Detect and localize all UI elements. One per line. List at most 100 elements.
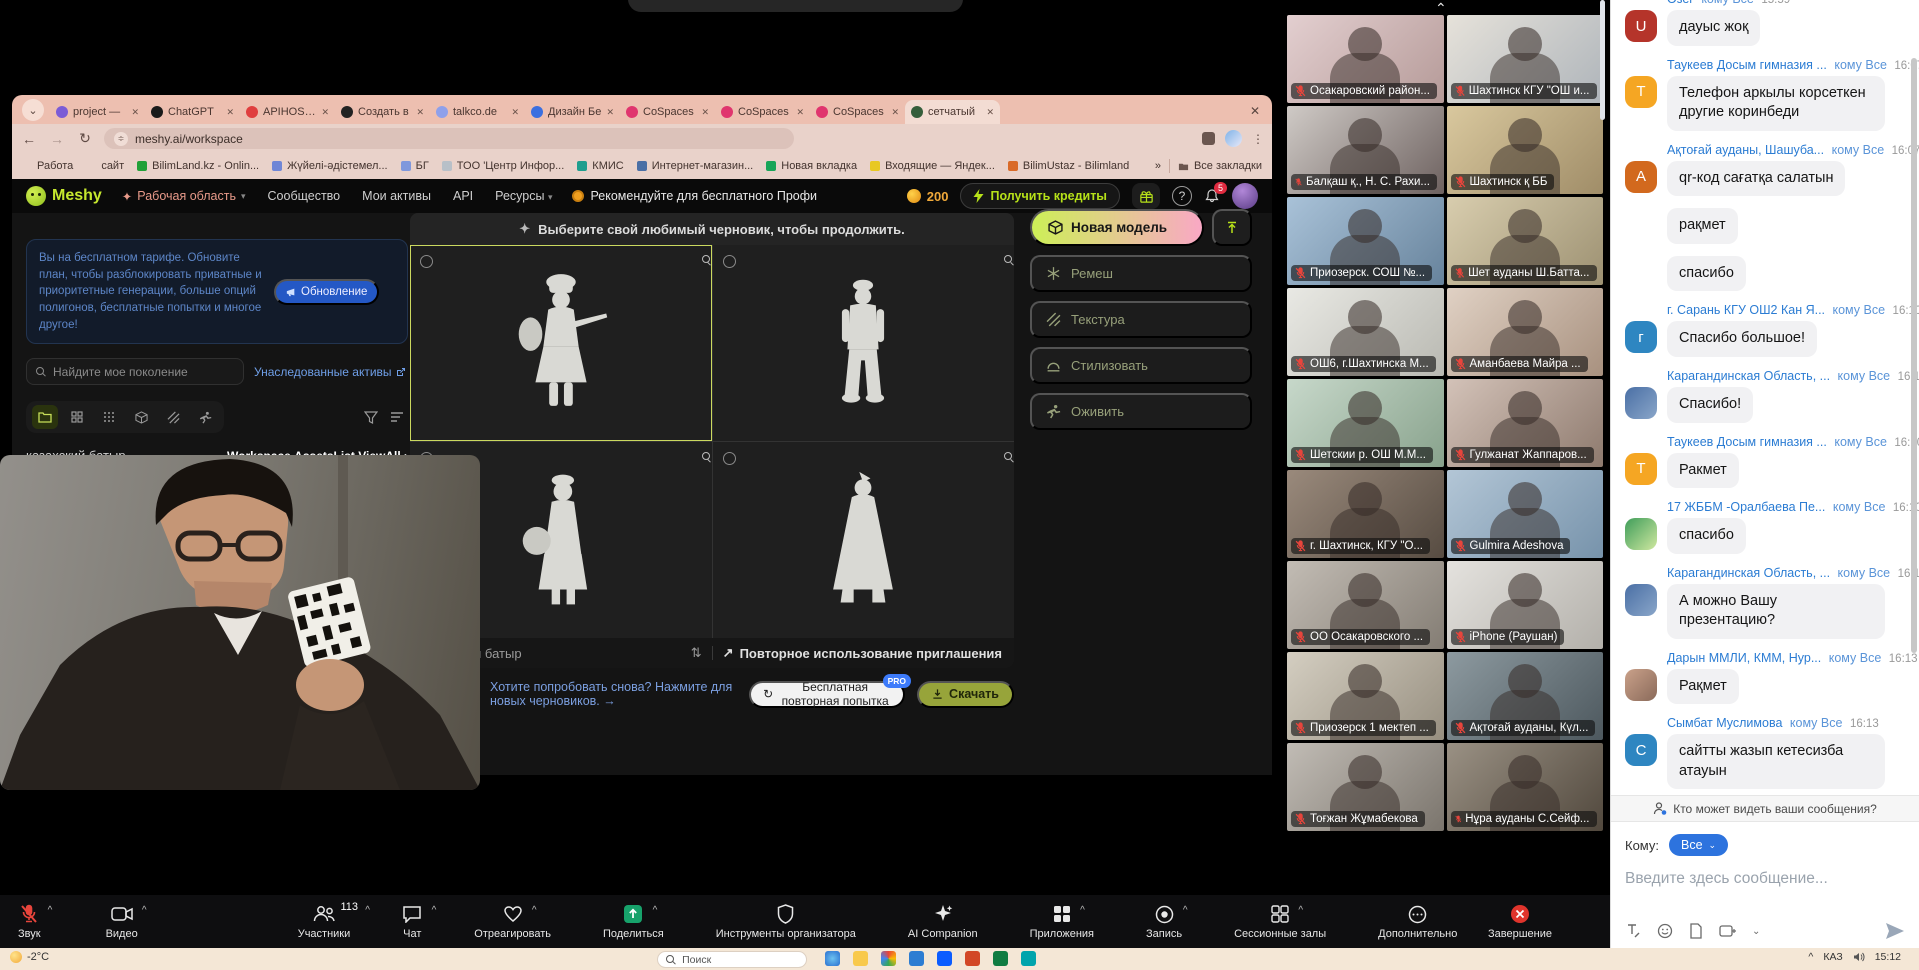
bookmarks-overflow-icon[interactable]: » [1155,160,1161,172]
sender-name[interactable]: Таукеев Досым гимназия ... [1667,58,1827,72]
participant-tile[interactable]: Балқаш қ., Н. С. Рахи... [1287,106,1444,194]
taskbar-app-icon[interactable] [1021,951,1036,966]
sender-name[interactable]: Өзег [1667,0,1694,6]
share-screen-button[interactable]: ^ Поделиться [603,903,664,940]
more-button[interactable]: Дополнительно [1378,903,1457,940]
taskbar-app-icon[interactable] [853,951,868,966]
participants-button[interactable]: 113^ Участники [298,903,351,940]
download-button[interactable]: Скачать [917,681,1014,708]
sender-name[interactable]: Карагандинская Область, ... [1667,369,1830,383]
sender-name[interactable]: 17 ЖББМ -Оралбаева Пе... [1667,500,1825,514]
participant-tile[interactable]: Тоғжан Жұмабекова [1287,743,1444,831]
message-input[interactable]: Введите здесь сообщение... [1625,870,1905,888]
bookmark-item[interactable]: BilimUstaz - Bilimland [1008,160,1129,172]
user-avatar[interactable] [1232,183,1258,209]
browser-tab[interactable]: Дизайн Бе ✕ [525,100,620,124]
participant-tile[interactable]: Осакаровский район... [1287,15,1444,103]
participant-tile[interactable]: Шахтинск қ ББ [1447,106,1604,194]
browser-menu-icon[interactable]: ⋮ [1252,132,1264,146]
nav-community[interactable]: Сообщество [268,189,341,203]
tab-close-icon[interactable]: ✕ [986,107,994,118]
draft-option-4[interactable] [713,442,1015,638]
nav-workspace[interactable]: ✦ Рабочая область ▾ [122,189,246,204]
legacy-assets-link[interactable]: Унаследованные активы [254,365,406,379]
sort-icon[interactable]: ⇅ [691,645,702,661]
more-tools-icon[interactable]: ⌄ [1752,926,1760,937]
forward-icon[interactable]: → [48,131,66,147]
taskbar-app-icon[interactable] [825,951,840,966]
tab-search-icon[interactable]: ⌄ [22,99,44,121]
animate-button[interactable]: Оживить [1030,393,1252,430]
browser-tab[interactable]: ChatGPT ✕ [145,100,240,124]
notifications-button[interactable]: 5 [1204,188,1220,204]
filter-dots-button[interactable] [96,405,122,429]
filter-model-button[interactable] [128,405,154,429]
send-icon[interactable] [1885,922,1905,940]
new-model-button[interactable]: Новая модель [1030,209,1204,246]
participant-tile[interactable]: г. Шахтинск, КГУ "О... [1287,470,1444,558]
upload-model-button[interactable] [1212,209,1252,246]
draft-option-1[interactable] [410,245,712,441]
sender-name[interactable]: Сымбат Муслимова [1667,716,1782,730]
screenshot-icon[interactable] [1719,923,1736,939]
taskbar-app-icon[interactable] [993,951,1008,966]
asset-search-input[interactable]: Найдите мое поколение [26,358,244,385]
recipient-selector[interactable]: Все⌄ [1669,834,1728,856]
tab-close-icon[interactable]: ✕ [131,107,139,118]
record-button[interactable]: ^ Запись [1146,903,1182,940]
bookmark-item[interactable]: БГ [401,160,429,172]
extensions-icon[interactable] [1202,132,1215,145]
language-indicator[interactable]: КАЗ [1823,951,1842,963]
sender-name[interactable]: г. Сарань КГУ ОШ2 Кан Я... [1667,303,1825,317]
help-icon[interactable]: ? [1172,186,1192,206]
participant-tile[interactable]: ОО Осакаровского ... [1287,561,1444,649]
tab-close-icon[interactable]: ✕ [606,107,614,118]
browser-tab[interactable]: project — ✕ [50,100,145,124]
sender-name[interactable]: Карагандинская Область, ... [1667,566,1830,580]
stylize-button[interactable]: Стилизовать [1030,347,1252,384]
browser-tab[interactable]: CoSpaces ✕ [620,100,715,124]
draft-radio[interactable] [723,452,736,465]
nav-resources[interactable]: Ресурсы ▾ [495,189,552,203]
participant-tile[interactable]: Приозерск 1 мектеп ... [1287,652,1444,740]
browser-tab[interactable]: сетчатый ✕ [905,100,1000,124]
tray-chevron-icon[interactable]: ^ [1808,951,1813,963]
all-bookmarks-button[interactable]: Все закладки [1178,160,1262,172]
participant-tile[interactable]: Приозерск. СОШ №... [1287,197,1444,285]
free-retry-button[interactable]: ↻ Бесплатная повторная попытка PRO [749,681,905,708]
privacy-banner[interactable]: Кто может видеть ваши сообщения? [1611,795,1919,822]
participant-tile[interactable]: Ақтоғай ауданы, Күл... [1447,652,1604,740]
apps-button[interactable]: ^ Приложения [1030,903,1094,940]
address-bar[interactable]: ≑ meshy.ai/workspace [104,128,794,149]
bookmark-item[interactable]: Новая вкладка [766,160,857,172]
participant-tile[interactable]: Шетскии р. ОШ М.М... [1287,379,1444,467]
taskbar-app-icon[interactable] [937,951,952,966]
mute-button[interactable]: ^ Звук [18,903,41,940]
breakout-rooms-button[interactable]: ^ Сессионные залы [1234,903,1326,940]
filter-texture-button[interactable] [160,405,186,429]
back-icon[interactable]: ← [20,131,38,147]
filter-grid-button[interactable] [64,405,90,429]
video-button[interactable]: ^ Видео [106,903,138,940]
profile-avatar[interactable] [1225,130,1242,147]
bookmark-item[interactable]: Работа [22,160,73,172]
retry-hint-link[interactable]: Хотите попробовать снова? Нажмите для но… [490,680,737,708]
participant-tile[interactable]: Аманбаева Майра ... [1447,288,1604,376]
format-icon[interactable] [1625,923,1641,939]
browser-tab[interactable]: CoSpaces ✕ [715,100,810,124]
tab-close-icon[interactable]: ✕ [226,107,234,118]
credits-balance[interactable]: 200 [907,189,949,204]
bookmark-item[interactable]: КМИС [577,160,623,172]
emoji-icon[interactable] [1657,923,1673,939]
tab-close-icon[interactable]: ✕ [321,107,329,118]
reuse-prompt-link[interactable]: ↗Повторное использование приглашения [723,645,1002,661]
nav-my-assets[interactable]: Мои активы [362,189,431,203]
sender-name[interactable]: Таукеев Досым гимназия ... [1667,435,1827,449]
sender-name[interactable]: Ақтоғай ауданы, Шашуба... [1667,143,1824,157]
weather-widget[interactable]: -2°C [10,951,49,963]
referral-link[interactable]: Рекомендуйте для бесплатного Профи [572,189,817,203]
chat-scrollbar[interactable] [1911,58,1917,653]
attach-file-icon[interactable] [1689,923,1703,939]
upgrade-button[interactable]: Обновление [274,279,379,305]
end-meeting-button[interactable]: Завершение [1488,903,1552,940]
